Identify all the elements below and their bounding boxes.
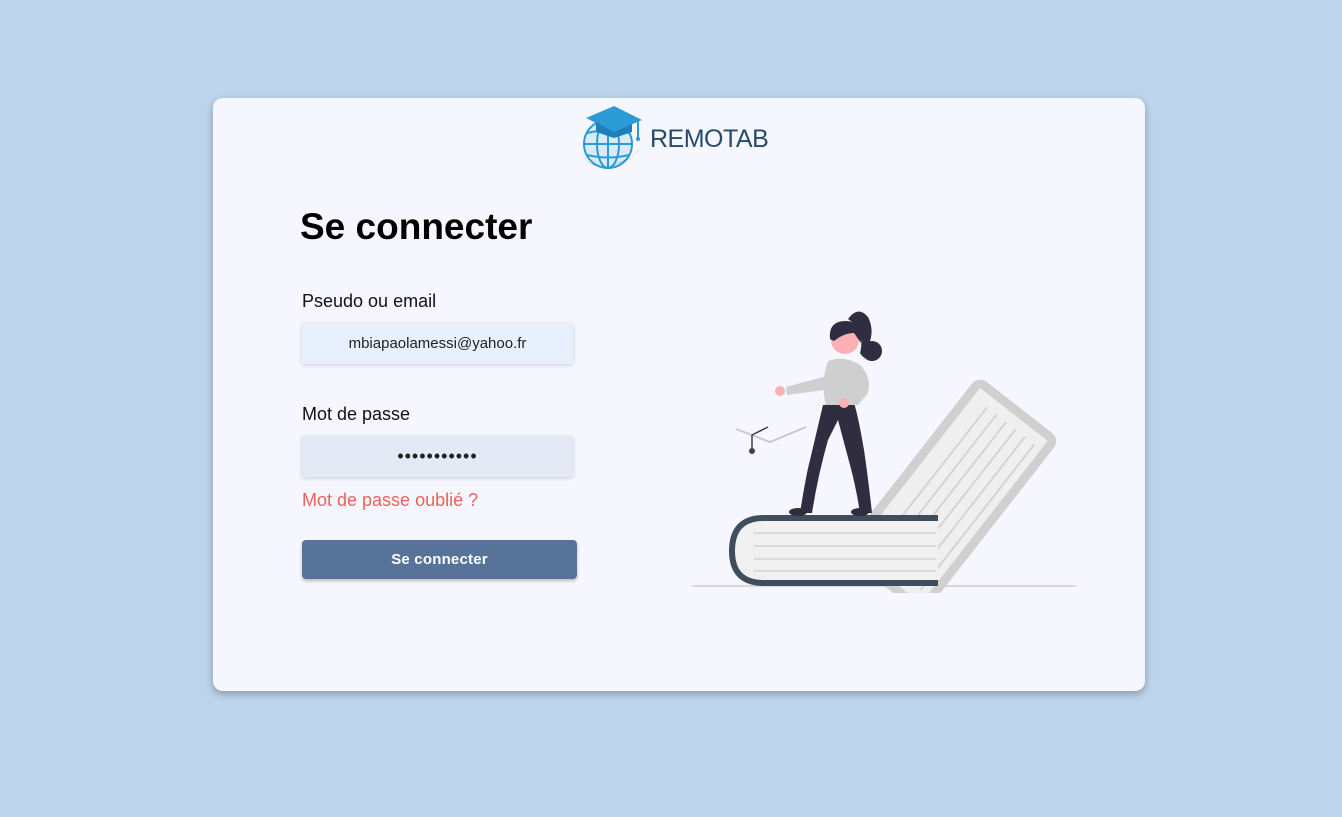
login-button[interactable]: Se connecter — [302, 540, 577, 579]
username-label: Pseudo ou email — [302, 291, 437, 311]
username-input[interactable] — [302, 323, 573, 364]
password-label: Mot de passe — [302, 404, 411, 424]
brand-logo: REMOTAB — [578, 103, 778, 173]
forgot-password-link[interactable]: Mot de passe oublié ? — [302, 490, 478, 511]
login-card: REMOTAB Se connecter Pseudo ou email Mot… — [213, 98, 1145, 691]
brand-name: REMOTAB — [650, 124, 769, 153]
page-title: Se connecter — [300, 206, 533, 247]
woman-standing-on-books-illustration — [692, 311, 1076, 593]
password-input[interactable] — [302, 436, 573, 477]
globe-graduation-cap-icon — [580, 106, 642, 169]
